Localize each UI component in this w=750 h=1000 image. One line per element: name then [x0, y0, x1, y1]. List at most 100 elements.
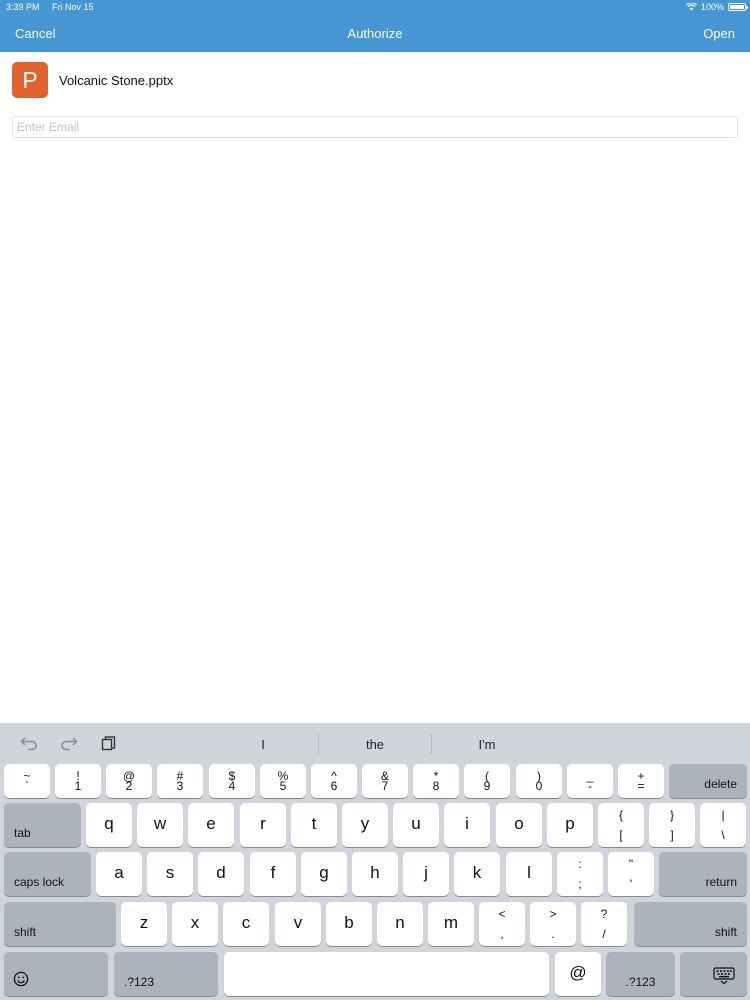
cancel-button[interactable]: Cancel: [15, 26, 55, 41]
status-date: Fri Nov 15: [52, 2, 94, 12]
letter-key[interactable]: m: [428, 902, 474, 946]
letter-key[interactable]: x: [172, 902, 218, 946]
suggestion-1[interactable]: I: [208, 737, 318, 752]
letter-key[interactable]: y: [342, 803, 388, 847]
letter-key[interactable]: b: [326, 902, 372, 946]
return-label: return: [705, 875, 737, 889]
letter-key[interactable]: i: [444, 803, 490, 847]
letter-key[interactable]: a: [96, 852, 142, 896]
letter-key[interactable]: f: [250, 852, 296, 896]
open-button[interactable]: Open: [703, 26, 735, 41]
letter-key[interactable]: l: [506, 852, 552, 896]
tab-key[interactable]: tab: [4, 803, 81, 847]
key-upper-label: |: [721, 808, 725, 822]
symbol-key[interactable]: }]: [649, 803, 695, 847]
letter-key[interactable]: v: [275, 902, 321, 946]
nav-header: 3:39 PM Fri Nov 15 100% Cancel Authorize…: [0, 0, 750, 52]
authorize-screen: 3:39 PM Fri Nov 15 100% Cancel Authorize…: [0, 0, 750, 1000]
suggestion-2[interactable]: the: [320, 737, 430, 752]
battery-percent: 100%: [700, 2, 724, 12]
redo-icon[interactable]: [60, 735, 78, 751]
key-label: c: [241, 913, 251, 932]
letter-key[interactable]: p: [547, 803, 593, 847]
letter-key[interactable]: q: [86, 803, 132, 847]
paste-icon[interactable]: [101, 735, 117, 751]
key-label: u: [411, 814, 421, 833]
key-label: j: [424, 863, 428, 882]
numbers-mode-key[interactable]: .?123: [606, 952, 675, 996]
number-key[interactable]: @2: [106, 764, 152, 798]
shift-right-key[interactable]: shift: [634, 902, 747, 946]
number-key[interactable]: ^ 6: [311, 764, 357, 798]
key-lower-label: -: [588, 779, 592, 793]
status-bar-right: 100%: [685, 2, 724, 12]
key-label: @: [569, 963, 587, 982]
delete-key[interactable]: delete: [669, 764, 747, 798]
letter-key[interactable]: w: [137, 803, 183, 847]
number-key[interactable]: ) 0: [516, 764, 562, 798]
space-key[interactable]: [224, 952, 549, 996]
letter-key[interactable]: s: [147, 852, 193, 896]
symbol-key[interactable]: >.: [530, 902, 576, 946]
number-key[interactable]: (9: [464, 764, 510, 798]
key-label: t: [311, 814, 317, 833]
letter-key[interactable]: h: [352, 852, 398, 896]
at-key[interactable]: @: [555, 952, 601, 996]
numbers-mode-label: .?123: [625, 975, 656, 989]
letter-key[interactable]: g: [301, 852, 347, 896]
symbol-key[interactable]: {[: [598, 803, 644, 847]
number-key[interactable]: & 7: [362, 764, 408, 798]
letter-key[interactable]: r: [240, 803, 286, 847]
key-upper-label: ": [628, 857, 634, 871]
letter-key[interactable]: e: [188, 803, 234, 847]
key-label: b: [344, 913, 354, 932]
shift-label: shift: [714, 925, 737, 939]
onscreen-keyboard: I the I'm ~ `! 1 @2 #3 $4% 5 ^ 6 & 7 * 8(9) 0 _ - + = dele…: [0, 723, 750, 1000]
symbol-key[interactable]: <,: [479, 902, 525, 946]
numbers-mode-key[interactable]: .?123: [114, 952, 218, 996]
return-key[interactable]: return: [659, 852, 747, 896]
caps-lock-key[interactable]: caps lock: [4, 852, 91, 896]
suggestion-3[interactable]: I'm: [432, 737, 542, 752]
symbol-key[interactable]: :;: [557, 852, 603, 896]
email-field[interactable]: [12, 116, 738, 138]
letter-key[interactable]: n: [377, 902, 423, 946]
key-label: l: [527, 863, 531, 882]
letter-key[interactable]: o: [496, 803, 542, 847]
number-key[interactable]: ! 1: [55, 764, 101, 798]
key-label: m: [443, 913, 459, 932]
key-label: g: [319, 863, 329, 882]
letter-key[interactable]: d: [198, 852, 244, 896]
powerpoint-icon: P: [12, 62, 48, 98]
key-label: p: [565, 814, 575, 833]
undo-icon[interactable]: [20, 735, 38, 751]
key-lower-label: 9: [483, 779, 491, 793]
letter-key[interactable]: u: [393, 803, 439, 847]
number-key[interactable]: #3: [157, 764, 203, 798]
keyboard-dismiss-key[interactable]: [680, 952, 747, 996]
number-key[interactable]: % 5: [260, 764, 306, 798]
symbol-key[interactable]: ? /: [581, 902, 627, 946]
key-lower-label: 1: [74, 779, 82, 793]
symbol-key[interactable]: " ': [608, 852, 654, 896]
key-label: i: [465, 814, 469, 833]
key-lower-label: =: [637, 779, 645, 793]
letter-key[interactable]: j: [403, 852, 449, 896]
key-lower-label: .: [551, 927, 555, 941]
emoji-key[interactable]: [4, 952, 108, 996]
number-key[interactable]: * 8: [413, 764, 459, 798]
letter-key[interactable]: k: [454, 852, 500, 896]
number-key[interactable]: _ -: [567, 764, 613, 798]
number-key[interactable]: $4: [209, 764, 255, 798]
tab-label: tab: [14, 826, 31, 840]
key-lower-label: 4: [228, 779, 236, 793]
symbol-key[interactable]: | \: [700, 803, 746, 847]
letter-key[interactable]: z: [121, 902, 167, 946]
key-lower-label: ;: [578, 877, 582, 891]
key-lower-label: 2: [125, 779, 133, 793]
number-key[interactable]: + =: [618, 764, 664, 798]
letter-key[interactable]: c: [223, 902, 269, 946]
number-key[interactable]: ~ `: [4, 764, 50, 798]
shift-left-key[interactable]: shift: [4, 902, 116, 946]
letter-key[interactable]: t: [291, 803, 337, 847]
